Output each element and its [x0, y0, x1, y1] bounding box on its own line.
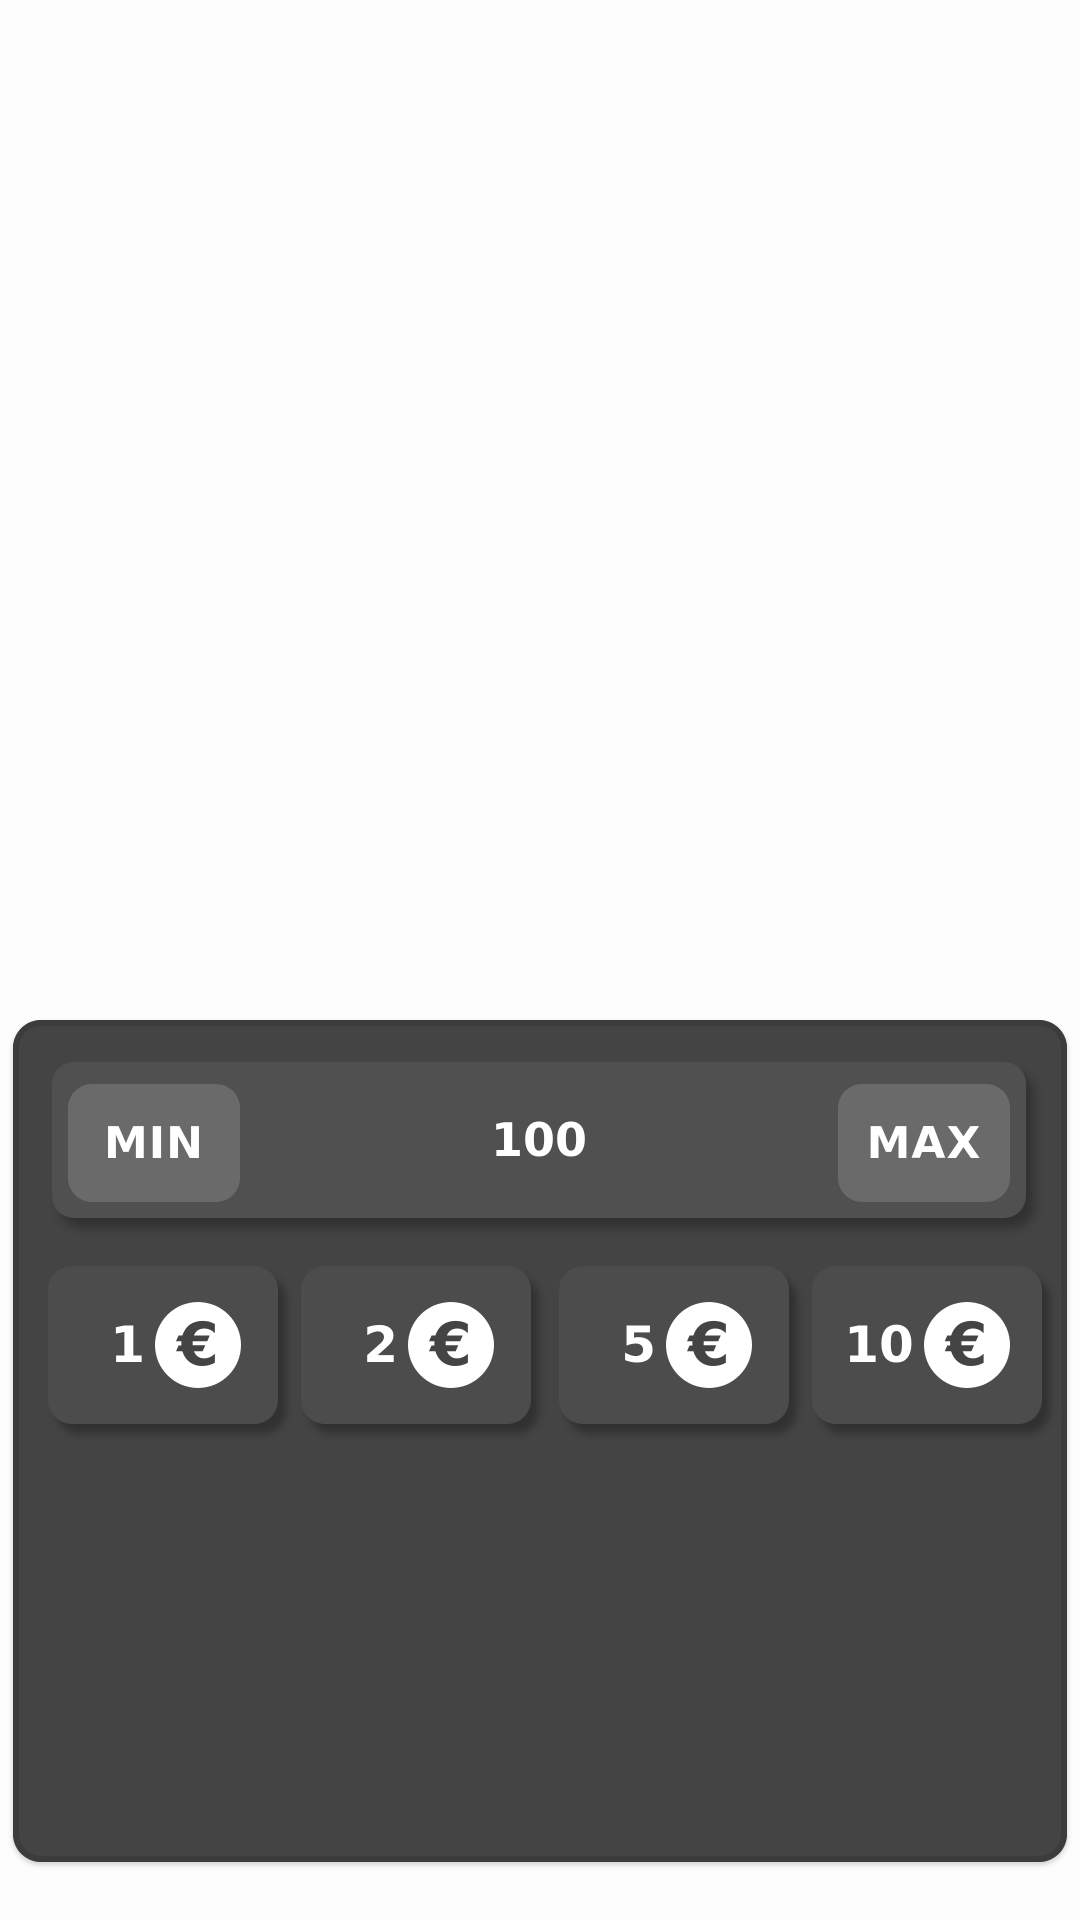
coin-button-2[interactable]: 2 € — [301, 1266, 531, 1424]
max-bet-button[interactable]: MAX — [838, 1084, 1010, 1202]
bet-value-display: 100 — [490, 1113, 588, 1167]
euro-coin-icon: € — [155, 1302, 241, 1388]
coin-button-1[interactable]: 1 € — [48, 1266, 278, 1424]
min-bet-button[interactable]: MIN — [68, 1084, 240, 1202]
coin-button-5[interactable]: 5 € — [559, 1266, 789, 1424]
bet-amount-bar: MIN 100 MAX — [52, 1062, 1026, 1218]
euro-coin-icon: € — [666, 1302, 752, 1388]
euro-coin-icon: € — [923, 1302, 1010, 1388]
euro-coin-icon: € — [408, 1302, 494, 1388]
coin-amount: 10 — [844, 1316, 914, 1374]
bet-panel: MIN 100 MAX 1 € 2 € 5 € 10 € — [13, 1020, 1067, 1862]
coin-amount: 1 — [110, 1316, 145, 1374]
coin-button-10[interactable]: 10 € — [812, 1266, 1042, 1424]
coin-amount: 5 — [621, 1316, 656, 1374]
coin-amount: 2 — [363, 1316, 398, 1374]
